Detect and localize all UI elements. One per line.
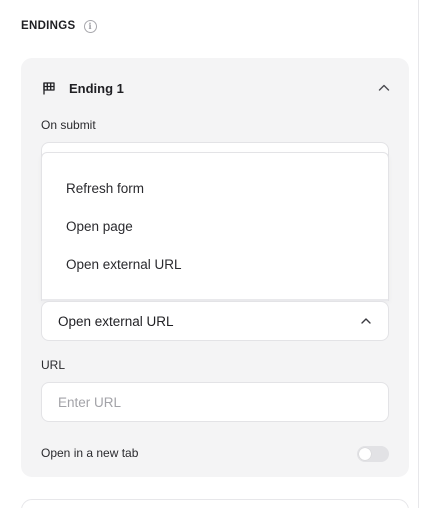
section-title: ENDINGS [21,20,76,32]
on-submit-label: On submit [41,118,96,132]
toggle-knob [359,448,371,460]
ending-card-header[interactable]: Ending 1 [41,78,391,98]
next-ending-card [21,499,409,508]
menu-item-open-page[interactable]: Open page [66,217,133,237]
menu-item-refresh-form[interactable]: Refresh form [66,179,144,199]
ending-title: Ending 1 [69,80,124,96]
collapse-chevron-icon[interactable] [377,81,391,95]
on-submit-select[interactable]: Open external URL [41,301,389,341]
new-tab-label: Open in a new tab [41,446,139,460]
panel-right-border [418,0,419,508]
info-icon[interactable]: i [83,19,97,33]
chevron-up-icon [361,318,371,324]
endings-section-header: ENDINGS i [21,18,97,34]
menu-item-open-external-url[interactable]: Open external URL [66,255,182,275]
url-input[interactable] [41,382,389,422]
on-submit-dropdown-menu: Refresh form Open page Open external URL [41,152,389,301]
flag-icon [43,82,55,95]
url-label: URL [41,358,66,372]
ending-card: Ending 1 On submit Refresh form Open pag… [21,58,409,477]
new-tab-toggle[interactable] [357,446,389,462]
selected-value: Open external URL [58,313,174,329]
